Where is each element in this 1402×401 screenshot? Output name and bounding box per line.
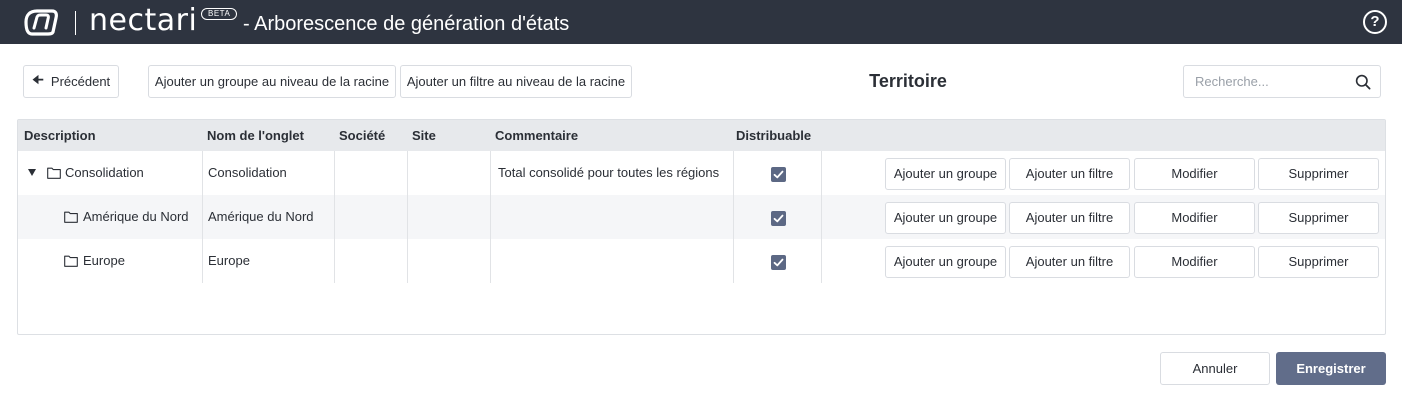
cancel-button[interactable]: Annuler bbox=[1160, 352, 1270, 385]
check-icon bbox=[773, 214, 784, 223]
nectari-logo-icon bbox=[24, 9, 58, 36]
tab-name-cell: Consolidation bbox=[208, 165, 287, 180]
folder-icon bbox=[47, 167, 61, 179]
check-icon bbox=[773, 258, 784, 267]
column-divider bbox=[202, 151, 203, 283]
logo-divider bbox=[75, 11, 76, 35]
table-row[interactable]: Amérique du Nord Amérique du Nord Ajoute… bbox=[18, 195, 1385, 239]
add-root-filter-button[interactable]: Ajouter un filtre au niveau de la racine bbox=[400, 65, 632, 98]
column-header-comment[interactable]: Commentaire bbox=[495, 120, 578, 151]
add-filter-button[interactable]: Ajouter un filtre bbox=[1009, 158, 1130, 190]
tab-name-cell: Europe bbox=[208, 253, 250, 268]
tab-name-cell: Amérique du Nord bbox=[208, 209, 314, 224]
table-header: Description Nom de l'onglet Société Site… bbox=[18, 120, 1385, 151]
beta-badge: BETA bbox=[201, 8, 238, 20]
column-header-description[interactable]: Description bbox=[24, 120, 96, 151]
column-header-distributable[interactable]: Distribuable bbox=[736, 120, 811, 151]
column-divider bbox=[490, 151, 491, 283]
add-group-button[interactable]: Ajouter un groupe bbox=[885, 202, 1006, 234]
add-root-group-button[interactable]: Ajouter un groupe au niveau de la racine bbox=[148, 65, 396, 98]
description-cell: Consolidation bbox=[65, 165, 144, 180]
table-row[interactable]: Europe Europe Ajouter un groupe Ajouter … bbox=[18, 239, 1385, 283]
column-divider bbox=[733, 151, 734, 283]
save-button[interactable]: Enregistrer bbox=[1276, 352, 1386, 385]
brand-name: nectari bbox=[89, 3, 198, 38]
distributable-checkbox[interactable] bbox=[771, 211, 786, 226]
add-group-button[interactable]: Ajouter un groupe bbox=[885, 158, 1006, 190]
table-row[interactable]: Consolidation Consolidation Total consol… bbox=[18, 151, 1385, 195]
edit-button[interactable]: Modifier bbox=[1134, 158, 1255, 190]
title-bar: nectari BETA - Arborescence de génératio… bbox=[0, 0, 1402, 44]
search-box bbox=[1183, 65, 1381, 98]
column-divider bbox=[407, 151, 408, 283]
column-header-company[interactable]: Société bbox=[339, 120, 385, 151]
description-cell: Amérique du Nord bbox=[83, 209, 189, 224]
caret-down-icon[interactable] bbox=[28, 169, 36, 176]
edit-button[interactable]: Modifier bbox=[1134, 246, 1255, 278]
add-group-button[interactable]: Ajouter un groupe bbox=[885, 246, 1006, 278]
check-icon bbox=[773, 170, 784, 179]
search-icon[interactable] bbox=[1355, 74, 1371, 90]
section-title: Territoire bbox=[869, 71, 947, 91]
back-button[interactable]: 🠈 Précédent bbox=[23, 65, 119, 98]
back-button-label: Précédent bbox=[50, 74, 111, 89]
search-input[interactable] bbox=[1184, 66, 1349, 97]
arrow-left-icon: 🠈 bbox=[31, 71, 44, 87]
column-divider bbox=[334, 151, 335, 283]
column-header-tab-name[interactable]: Nom de l'onglet bbox=[207, 120, 304, 151]
folder-icon bbox=[64, 211, 78, 223]
comment-cell: Total consolidé pour toutes les régions bbox=[498, 165, 720, 180]
column-divider bbox=[821, 151, 822, 283]
delete-button[interactable]: Supprimer bbox=[1258, 202, 1379, 234]
add-filter-button[interactable]: Ajouter un filtre bbox=[1009, 246, 1130, 278]
help-icon[interactable]: ? bbox=[1363, 10, 1387, 34]
column-header-site[interactable]: Site bbox=[412, 120, 436, 151]
distributable-checkbox[interactable] bbox=[771, 255, 786, 270]
distributable-checkbox[interactable] bbox=[771, 167, 786, 182]
add-filter-button[interactable]: Ajouter un filtre bbox=[1009, 202, 1130, 234]
description-cell: Europe bbox=[83, 253, 125, 268]
delete-button[interactable]: Supprimer bbox=[1258, 158, 1379, 190]
tree-table: Description Nom de l'onglet Société Site… bbox=[17, 119, 1386, 335]
folder-icon bbox=[64, 255, 78, 267]
edit-button[interactable]: Modifier bbox=[1134, 202, 1255, 234]
delete-button[interactable]: Supprimer bbox=[1258, 246, 1379, 278]
page-title: - Arborescence de génération d'états bbox=[243, 13, 570, 35]
